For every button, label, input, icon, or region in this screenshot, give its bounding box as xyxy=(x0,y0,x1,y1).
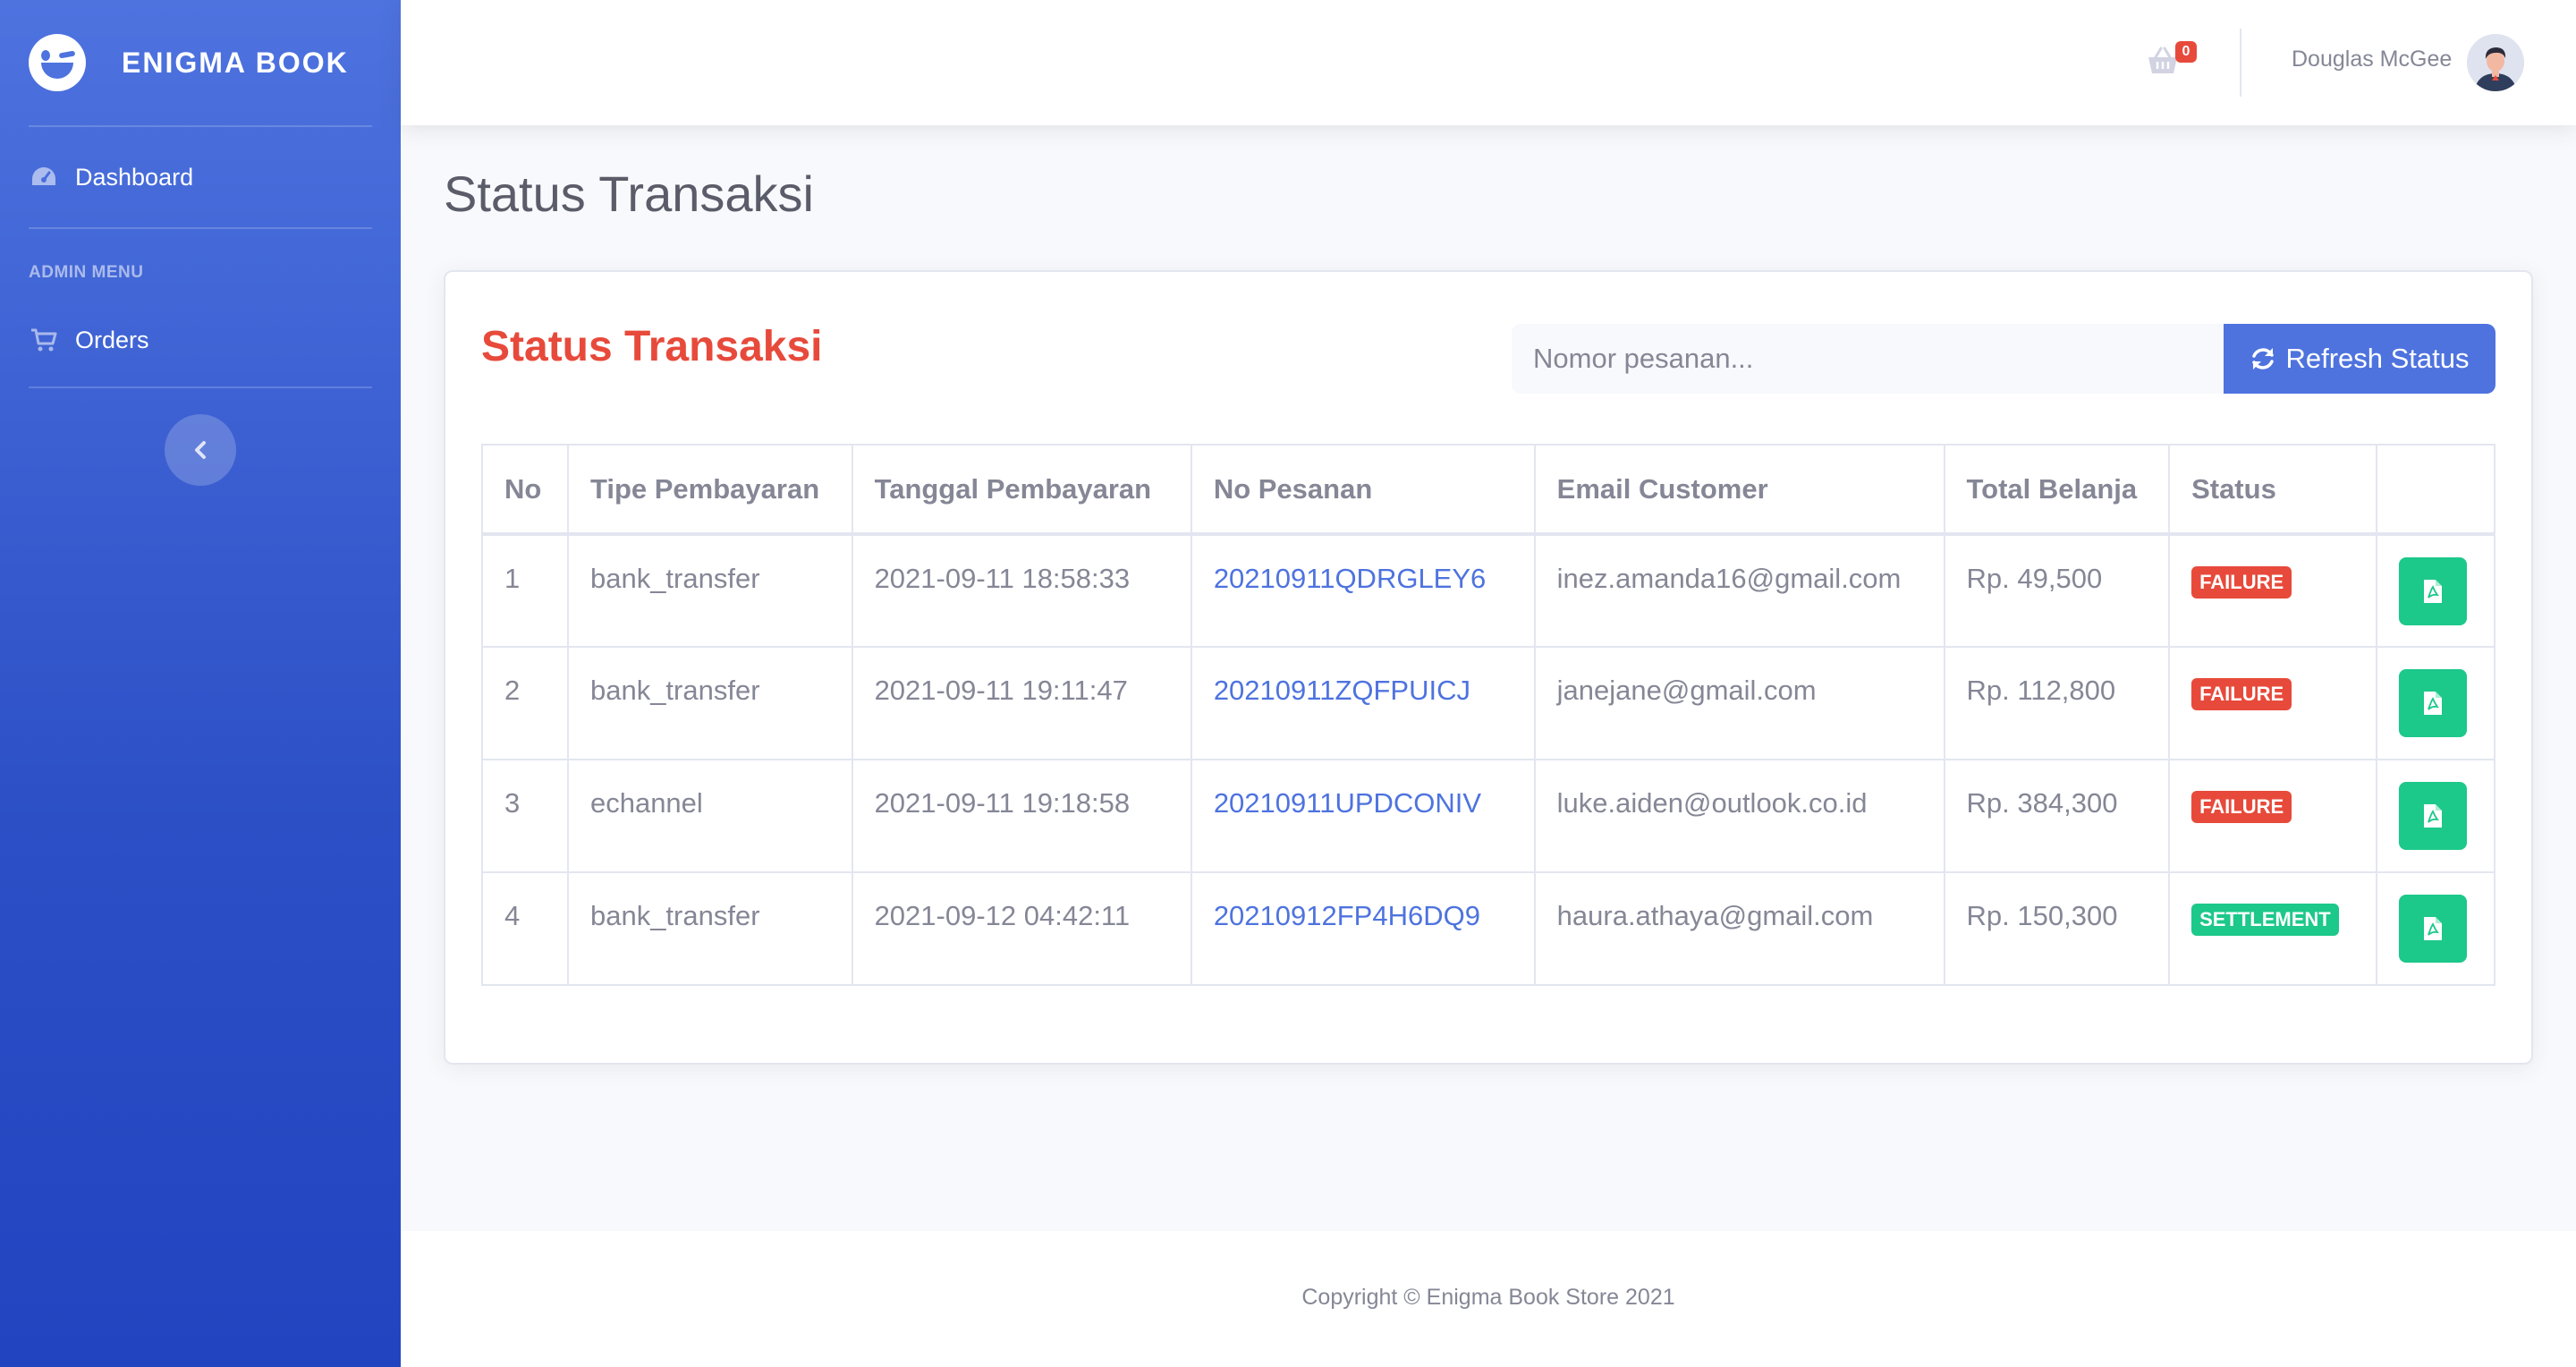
cell-tanggal: 2021-09-12 04:42:11 xyxy=(851,871,1192,986)
table-row: 4 bank_transfer 2021-09-12 04:42:11 2021… xyxy=(481,871,2496,986)
sidebar-toggle-button[interactable] xyxy=(165,414,236,486)
cell-total: Rp. 49,500 xyxy=(1943,533,2171,648)
transactions-table: No Tipe Pembayaran Tanggal Pembayaran No… xyxy=(481,444,2496,986)
cell-tipe: bank_transfer xyxy=(566,533,853,648)
cell-email: inez.amanda16@gmail.com xyxy=(1533,533,1945,648)
footer: Copyright © Enigma Book Store 2021 xyxy=(401,1231,2576,1367)
column-header-status: Status xyxy=(2168,444,2377,536)
topbar-divider xyxy=(2240,29,2241,97)
refresh-icon xyxy=(2252,348,2275,369)
tachometer-icon xyxy=(30,164,57,191)
basket-icon xyxy=(2148,47,2177,73)
refresh-status-label: Refresh Status xyxy=(2285,343,2470,374)
download-pdf-button[interactable] xyxy=(2398,895,2467,963)
cell-no: 2 xyxy=(481,646,569,760)
sidebar-divider xyxy=(29,386,372,388)
cell-total: Rp. 150,300 xyxy=(1943,871,2171,986)
status-badge: FAILURE xyxy=(2191,678,2292,710)
brand-name: ENIGMA BOOK xyxy=(122,46,349,79)
cell-no: 3 xyxy=(481,759,569,873)
cell-no: 1 xyxy=(481,533,569,648)
cart-icon xyxy=(30,327,57,353)
cell-tipe: bank_transfer xyxy=(566,871,853,986)
cell-total: Rp. 384,300 xyxy=(1943,759,2171,873)
chevron-left-icon xyxy=(195,441,206,459)
column-header-no: No xyxy=(481,444,569,536)
download-pdf-button[interactable] xyxy=(2398,669,2467,737)
cell-total: Rp. 112,800 xyxy=(1943,646,2171,760)
status-badge: FAILURE xyxy=(2191,791,2292,823)
table-row: 1 bank_transfer 2021-09-11 18:58:33 2021… xyxy=(481,533,2496,648)
sidebar-heading: ADMIN MENU xyxy=(29,263,144,282)
status-badge: FAILURE xyxy=(2191,566,2292,599)
wink-logo-icon xyxy=(29,34,86,91)
order-number-input[interactable] xyxy=(1512,324,2224,394)
card-title: Status Transaksi xyxy=(481,323,823,370)
topbar: 0 Douglas McGee xyxy=(401,0,2576,125)
file-pdf-icon xyxy=(2423,917,2442,940)
status-badge: SETTLEMENT xyxy=(2191,904,2339,936)
sidebar-item-label: Orders xyxy=(75,326,149,353)
cell-tanggal: 2021-09-11 19:11:47 xyxy=(851,646,1192,760)
sidebar-item-dashboard[interactable]: Dashboard xyxy=(0,127,401,227)
cart-count-badge: 0 xyxy=(2175,41,2197,63)
column-header-action xyxy=(2375,444,2496,536)
cell-no: 4 xyxy=(481,871,569,986)
cell-tipe: echannel xyxy=(566,759,853,873)
table-row: 3 echannel 2021-09-11 19:18:58 20210911U… xyxy=(481,759,2496,873)
brand[interactable]: ENIGMA BOOK xyxy=(0,0,401,125)
column-header-tipe: Tipe Pembayaran xyxy=(566,444,853,536)
cell-tanggal: 2021-09-11 18:58:33 xyxy=(851,533,1192,648)
table-row: 2 bank_transfer 2021-09-11 19:11:47 2021… xyxy=(481,646,2496,760)
table-header-row: No Tipe Pembayaran Tanggal Pembayaran No… xyxy=(481,444,2496,536)
download-pdf-button[interactable] xyxy=(2398,782,2467,850)
column-header-total: Total Belanja xyxy=(1943,444,2171,536)
cell-tanggal: 2021-09-11 19:18:58 xyxy=(851,759,1192,873)
user-name[interactable]: Douglas McGee xyxy=(2292,47,2452,72)
file-pdf-icon xyxy=(2423,580,2442,603)
sidebar-item-label: Dashboard xyxy=(75,163,194,191)
download-pdf-button[interactable] xyxy=(2398,557,2467,625)
column-header-email: Email Customer xyxy=(1533,444,1945,536)
user-avatar[interactable] xyxy=(2467,34,2524,91)
order-link[interactable]: 20210911QDRGLEY6 xyxy=(1190,533,1536,648)
column-header-pesanan: No Pesanan xyxy=(1190,444,1536,536)
order-link[interactable]: 20210911ZQFPUICJ xyxy=(1190,646,1536,760)
cell-email: luke.aiden@outlook.co.id xyxy=(1533,759,1945,873)
sidebar-item-orders[interactable]: Orders xyxy=(0,293,401,386)
file-pdf-icon xyxy=(2423,804,2442,828)
refresh-status-button[interactable]: Refresh Status xyxy=(2224,324,2496,394)
column-header-tanggal: Tanggal Pembayaran xyxy=(851,444,1192,536)
file-pdf-icon xyxy=(2423,692,2442,715)
page-title: Status Transaksi xyxy=(444,166,814,222)
order-link[interactable]: 20210912FP4H6DQ9 xyxy=(1190,871,1536,986)
cell-email: haura.athaya@gmail.com xyxy=(1533,871,1945,986)
sidebar: ENIGMA BOOK Dashboard ADMIN MENU Orders xyxy=(0,0,401,1367)
order-link[interactable]: 20210911UPDCONIV xyxy=(1190,759,1536,873)
cell-tipe: bank_transfer xyxy=(566,646,853,760)
cell-email: janejane@gmail.com xyxy=(1533,646,1945,760)
transactions-card: Status Transaksi Refresh Status No Tipe … xyxy=(444,270,2533,1065)
copyright-text: Copyright © Enigma Book Store 2021 xyxy=(1301,1285,1675,1310)
